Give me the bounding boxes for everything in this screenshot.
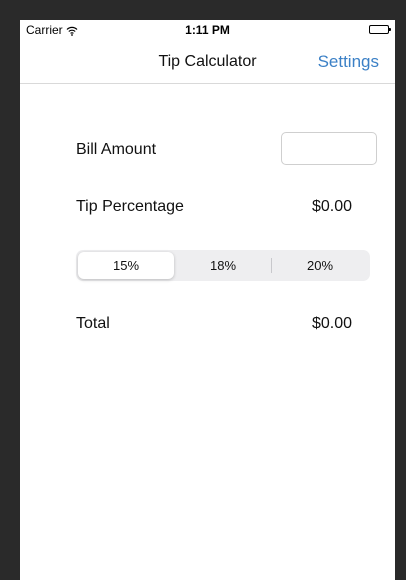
battery-icon [369, 25, 391, 34]
navigation-bar: Tip Calculator Settings [20, 40, 395, 84]
app-screen: Carrier 1:11 PM Tip Calculator Settings … [20, 20, 395, 580]
bill-amount-input[interactable] [281, 132, 377, 165]
bill-amount-label: Bill Amount [76, 141, 157, 158]
total-label: Total [76, 315, 110, 332]
status-bar: Carrier 1:11 PM [20, 20, 395, 40]
tip-option-15[interactable]: 15% [78, 252, 174, 279]
tip-amount-value: $0.00 [311, 198, 352, 215]
total-value: $0.00 [311, 315, 352, 332]
tip-option-20[interactable]: 20% [272, 252, 368, 279]
tip-percentage-label: Tip Percentage [76, 198, 184, 215]
settings-button[interactable]: Settings [318, 52, 379, 72]
tip-option-18[interactable]: 18% [175, 252, 271, 279]
tip-percentage-selector: 15% 18% 20% [76, 250, 370, 281]
status-time: 1:11 PM [185, 23, 230, 37]
